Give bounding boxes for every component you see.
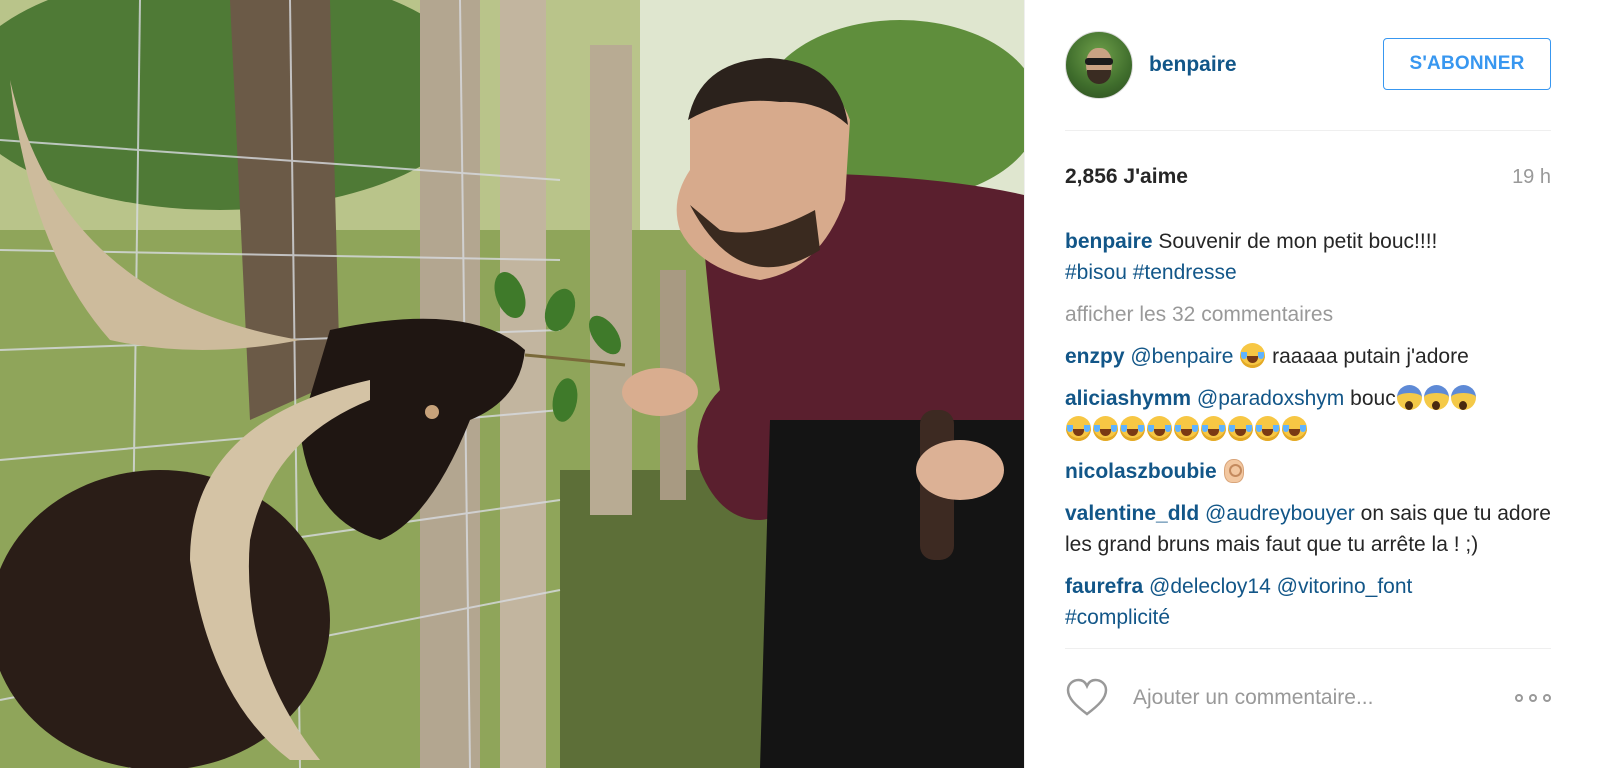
dot: [1543, 694, 1551, 702]
header-divider: [1065, 130, 1551, 131]
more-options-icon[interactable]: [1511, 694, 1551, 702]
likes-count[interactable]: 2,856 J'aime: [1065, 165, 1188, 189]
comment-item: aliciashymm @paradoxshym bouc: [1065, 383, 1551, 445]
load-more-comments[interactable]: afficher les 32 commentaires: [1065, 299, 1551, 330]
tears-of-joy-icon: [1201, 416, 1226, 441]
post-sidebar: benpaire S'ABONNER 2,856 J'aime 19 h ben…: [1024, 0, 1600, 768]
tears-of-joy-icon: [1255, 416, 1280, 441]
tears-of-joy-icon: [1093, 416, 1118, 441]
footer-divider: [1065, 648, 1551, 649]
tears-of-joy-icon: [1066, 416, 1091, 441]
man-hand-bottle: [916, 440, 1004, 500]
post-photo[interactable]: [0, 0, 1024, 768]
comment-username[interactable]: valentine_dld: [1065, 502, 1199, 525]
comment-username[interactable]: aliciashymm: [1065, 387, 1191, 410]
goat-eye: [425, 405, 439, 419]
comment-mention[interactable]: @audreybouyer: [1205, 502, 1355, 525]
comment-item: faurefra @delecloy14 @vitorino_font #com…: [1065, 571, 1551, 633]
comment-mention[interactable]: @vitorino_font: [1277, 575, 1413, 598]
comment-mention[interactable]: @delecloy14: [1149, 575, 1271, 598]
comment-text: raaaaa putain j'adore: [1272, 345, 1469, 368]
tears-of-joy-icon: [1282, 416, 1307, 441]
comment-footer: [1065, 670, 1551, 726]
hashtag[interactable]: #bisou: [1065, 261, 1127, 284]
follow-button[interactable]: S'ABONNER: [1383, 38, 1551, 90]
tears-of-joy-icon: [1228, 416, 1253, 441]
comment-mention[interactable]: @benpaire: [1130, 345, 1233, 368]
man-hand: [622, 368, 698, 416]
avatar-sunglasses: [1085, 58, 1113, 65]
avatar[interactable]: [1065, 31, 1133, 99]
scream-icon: [1396, 385, 1422, 410]
likes-row: 2,856 J'aime 19 h: [1065, 162, 1551, 192]
scream-icon: [1423, 385, 1449, 410]
comment-username[interactable]: nicolaszboubie: [1065, 460, 1217, 483]
post-header: benpaire S'ABONNER: [1065, 30, 1551, 100]
tears-of-joy-icon: [1147, 416, 1172, 441]
comment-username[interactable]: enzpy: [1065, 345, 1125, 368]
hashtag[interactable]: #tendresse: [1133, 261, 1237, 284]
dot: [1529, 694, 1537, 702]
ok-hand-icon: [1223, 459, 1244, 483]
caption: benpaire Souvenir de mon petit bouc!!!! …: [1065, 226, 1551, 288]
comment-text: bouc: [1350, 387, 1396, 410]
comments-list[interactable]: benpaire Souvenir de mon petit bouc!!!! …: [1065, 226, 1551, 639]
photo-illustration: [0, 0, 1024, 768]
avatar-beard: [1087, 70, 1111, 84]
comment-item: enzpy @benpaire raaaaa putain j'adore: [1065, 341, 1551, 372]
comment-item: valentine_dld @audreybouyer on sais que …: [1065, 498, 1551, 560]
dot: [1515, 694, 1523, 702]
scream-icon: [1450, 385, 1476, 410]
fence-post: [590, 45, 632, 515]
instagram-post: benpaire S'ABONNER 2,856 J'aime 19 h ben…: [0, 0, 1600, 768]
caption-text: Souvenir de mon petit bouc!!!!: [1158, 230, 1438, 253]
comment-item: nicolaszboubie: [1065, 456, 1551, 487]
tears-of-joy-icon: [1240, 343, 1266, 368]
comment-username[interactable]: faurefra: [1065, 575, 1143, 598]
comment-input[interactable]: [1131, 677, 1511, 719]
comment-hashtag[interactable]: #complicité: [1065, 606, 1170, 629]
comment-mention[interactable]: @paradoxshym: [1197, 387, 1344, 410]
post-time[interactable]: 19 h: [1512, 166, 1551, 189]
heart-outline-icon[interactable]: [1065, 678, 1109, 718]
caption-username[interactable]: benpaire: [1065, 230, 1153, 253]
tears-of-joy-icon: [1174, 416, 1199, 441]
header-username[interactable]: benpaire: [1149, 53, 1237, 77]
tears-of-joy-icon: [1120, 416, 1145, 441]
